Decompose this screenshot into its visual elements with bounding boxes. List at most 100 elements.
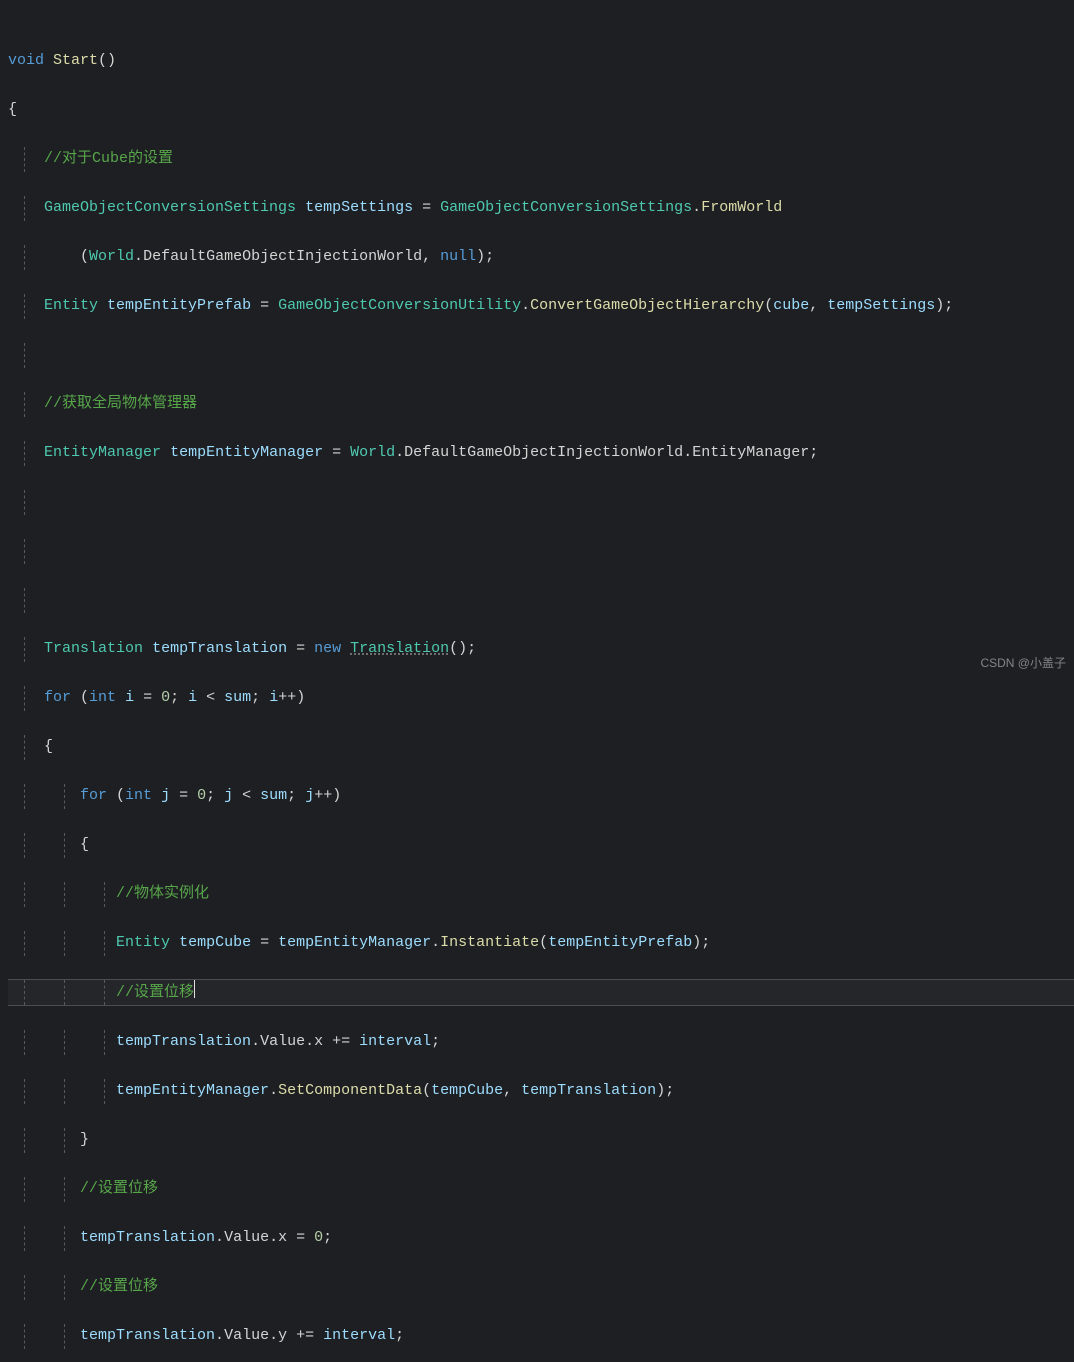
brace: {: [44, 738, 53, 755]
code-line[interactable]: tempTranslation.Value.x = 0;: [8, 1226, 1074, 1251]
code-line[interactable]: //物体实例化: [8, 882, 1074, 907]
punct: (: [422, 1082, 431, 1099]
dot: .: [215, 1327, 224, 1344]
code-line[interactable]: [8, 343, 1074, 368]
method: Instantiate: [440, 934, 539, 951]
variable: tempTranslation: [152, 640, 287, 657]
var: i: [188, 689, 197, 706]
semicolon: ;: [170, 689, 188, 706]
code-line[interactable]: [8, 588, 1074, 613]
code-line[interactable]: tempTranslation.Value.x += interval;: [8, 1030, 1074, 1055]
prop: Value: [260, 1033, 305, 1050]
num: 0: [161, 689, 170, 706]
variable: tempCube: [179, 934, 251, 951]
semicolon: ;: [251, 689, 269, 706]
op: =: [323, 444, 350, 461]
int-kw: int: [125, 787, 152, 804]
code-line[interactable]: for (int i = 0; i < sum; i++): [8, 686, 1074, 711]
code-line[interactable]: {: [8, 833, 1074, 858]
dot: .: [431, 934, 440, 951]
code-editor[interactable]: void Start() { //对于Cube的设置 GameObjectCon…: [0, 0, 1074, 1362]
comment: //对于Cube的设置: [44, 150, 173, 167]
obj: tempEntityManager: [278, 934, 431, 951]
code-line-active[interactable]: //设置位移: [8, 979, 1074, 1006]
variable: tempEntityPrefab: [107, 297, 251, 314]
punct: (: [539, 934, 548, 951]
code-line[interactable]: EntityManager tempEntityManager = World.…: [8, 441, 1074, 466]
arg: tempSettings: [827, 297, 935, 314]
dot: .: [692, 199, 701, 216]
code-line[interactable]: Translation tempTranslation = new Transl…: [8, 637, 1074, 662]
code-line[interactable]: GameObjectConversionSettings tempSetting…: [8, 196, 1074, 221]
obj: tempTranslation: [80, 1229, 215, 1246]
type: GameObjectConversionSettings: [44, 199, 296, 216]
code-line[interactable]: for (int j = 0; j < sum; j++): [8, 784, 1074, 809]
comma: ,: [809, 297, 827, 314]
dot: .: [134, 248, 143, 265]
dot: .: [269, 1327, 278, 1344]
op: =: [170, 787, 197, 804]
dot: .: [269, 1082, 278, 1099]
op: <: [197, 689, 224, 706]
code-line[interactable]: Entity tempCube = tempEntityManager.Inst…: [8, 931, 1074, 956]
op: =: [287, 1229, 314, 1246]
comment: //物体实例化: [116, 885, 209, 902]
prop: DefaultGameObjectInjectionWorld: [404, 444, 683, 461]
code-line[interactable]: void Start(): [8, 49, 1074, 74]
punct: (: [80, 248, 89, 265]
punct: ): [296, 689, 305, 706]
prop: Value: [224, 1229, 269, 1246]
op: +=: [287, 1327, 323, 1344]
type: Entity: [116, 934, 170, 951]
num: 0: [197, 787, 206, 804]
prop: x: [314, 1033, 323, 1050]
for-kw: for: [44, 689, 71, 706]
brace: {: [8, 101, 17, 118]
code-line[interactable]: [8, 539, 1074, 564]
comma: ,: [503, 1082, 521, 1099]
dot: .: [251, 1033, 260, 1050]
method: SetComponentData: [278, 1082, 422, 1099]
code-line[interactable]: {: [8, 735, 1074, 760]
method: ConvertGameObjectHierarchy: [530, 297, 764, 314]
comment: //设置位移: [116, 984, 194, 1001]
comma: ,: [422, 248, 440, 265]
code-line[interactable]: {: [8, 98, 1074, 123]
type: GameObjectConversionSettings: [440, 199, 692, 216]
code-line[interactable]: tempTranslation.Value.y += interval;: [8, 1324, 1074, 1349]
code-line[interactable]: //设置位移: [8, 1177, 1074, 1202]
var: i: [116, 689, 134, 706]
code-line[interactable]: }: [8, 1128, 1074, 1153]
type: Translation: [350, 640, 449, 657]
null-kw: null: [440, 248, 476, 265]
code-line[interactable]: tempEntityManager.SetComponentData(tempC…: [8, 1079, 1074, 1104]
punct: );: [935, 297, 953, 314]
arg: tempTranslation: [521, 1082, 656, 1099]
new-kw: new: [314, 640, 341, 657]
punct: ): [332, 787, 341, 804]
semicolon: ;: [206, 787, 224, 804]
int-kw: int: [89, 689, 116, 706]
punct: ();: [449, 640, 476, 657]
type: World: [89, 248, 134, 265]
code-line[interactable]: (World.DefaultGameObjectInjectionWorld, …: [8, 245, 1074, 270]
var: sum: [224, 689, 251, 706]
dot: .: [269, 1229, 278, 1246]
arg: tempCube: [431, 1082, 503, 1099]
op: =: [251, 297, 278, 314]
punct: (: [764, 297, 773, 314]
variable: tempSettings: [305, 199, 413, 216]
op: =: [251, 934, 278, 951]
code-line[interactable]: [8, 490, 1074, 515]
op: =: [287, 640, 314, 657]
code-line[interactable]: //对于Cube的设置: [8, 147, 1074, 172]
code-line[interactable]: Entity tempEntityPrefab = GameObjectConv…: [8, 294, 1074, 319]
punct: (: [71, 689, 89, 706]
semicolon: ;: [809, 444, 818, 461]
for-kw: for: [80, 787, 107, 804]
code-line[interactable]: //设置位移: [8, 1275, 1074, 1300]
type: World: [350, 444, 395, 461]
type: Translation: [44, 640, 143, 657]
prop: DefaultGameObjectInjectionWorld: [143, 248, 422, 265]
code-line[interactable]: //获取全局物体管理器: [8, 392, 1074, 417]
